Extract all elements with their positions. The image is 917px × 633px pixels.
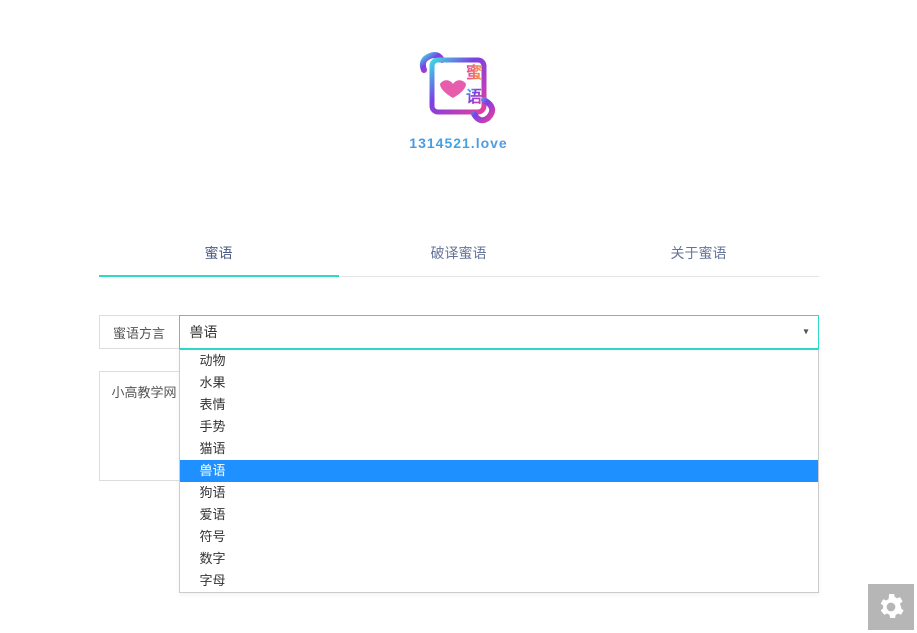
svg-text:语: 语	[466, 88, 482, 106]
dropdown-option[interactable]: 符号	[180, 526, 818, 548]
tab-bar: 蜜语 破译蜜语 关于蜜语	[99, 231, 819, 277]
dropdown-option[interactable]: 动物	[180, 350, 818, 372]
dropdown-option[interactable]: 字母	[180, 570, 818, 592]
dropdown-option[interactable]: 手势	[180, 416, 818, 438]
dialect-dropdown: 动物水果表情手势猫语兽语狗语爱语符号数字字母	[179, 349, 819, 593]
dialect-select[interactable]: 兽语	[179, 315, 819, 349]
dropdown-option[interactable]: 爱语	[180, 504, 818, 526]
dropdown-option[interactable]: 数字	[180, 548, 818, 570]
logo-icon: 蜜 语	[418, 50, 500, 124]
svg-text:蜜: 蜜	[466, 63, 482, 82]
dropdown-option[interactable]: 狗语	[180, 482, 818, 504]
dialect-select-value: 兽语	[190, 324, 218, 340]
gear-icon	[878, 594, 904, 620]
settings-button[interactable]	[868, 584, 914, 630]
dropdown-option[interactable]: 表情	[180, 394, 818, 416]
main-container: 蜜 语 1314521.love 蜜语 破译蜜语 关于蜜语 蜜语方言 兽语 ▾ …	[99, 0, 819, 484]
tab-miyu[interactable]: 蜜语	[99, 231, 339, 277]
dropdown-option[interactable]: 兽语	[180, 460, 818, 482]
tab-decode[interactable]: 破译蜜语	[339, 231, 579, 276]
dialect-label: 蜜语方言	[99, 315, 179, 349]
dropdown-option[interactable]: 猫语	[180, 438, 818, 460]
logo-tagline: 1314521.love	[99, 135, 819, 151]
tab-about[interactable]: 关于蜜语	[579, 231, 819, 276]
dropdown-option[interactable]: 水果	[180, 372, 818, 394]
dialect-select-wrapper: 兽语 ▾	[179, 315, 819, 349]
logo-area: 蜜 语 1314521.love	[99, 50, 819, 151]
dialect-row: 蜜语方言 兽语 ▾ 动物水果表情手势猫语兽语狗语爱语符号数字字母	[99, 315, 819, 349]
